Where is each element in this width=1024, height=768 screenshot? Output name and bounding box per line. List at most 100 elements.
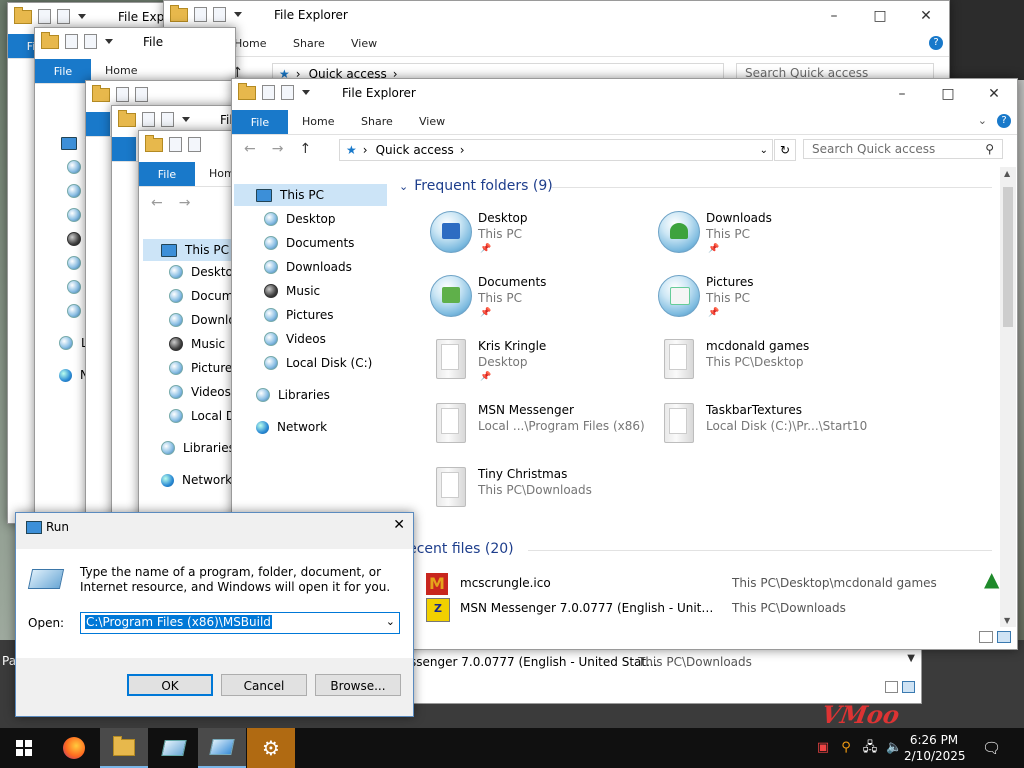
nav-network[interactable]: Network (182, 473, 232, 487)
frequent-folders-header[interactable]: ⌄ Frequent folders (9) (399, 178, 553, 194)
ok-button[interactable]: OK (127, 674, 213, 696)
taskbar-clock[interactable]: 6:26 PM 2/10/2025 (904, 732, 966, 764)
new-folder-icon[interactable] (188, 137, 201, 152)
tab-file[interactable] (86, 112, 110, 136)
chevron-down-icon[interactable] (302, 90, 310, 95)
nav-libraries[interactable]: Libraries (183, 441, 235, 455)
properties-icon[interactable] (142, 112, 155, 127)
tab-file[interactable]: File (232, 110, 288, 134)
tab-home[interactable]: Home (105, 64, 137, 77)
new-folder-icon[interactable] (161, 112, 174, 127)
frequent-folder-tile[interactable]: Pictures This PC 📌 (658, 275, 878, 331)
recent-files-header[interactable]: Recent files (20) (399, 541, 514, 557)
nav-desktop[interactable]: Desktop (286, 212, 336, 226)
nav-documents[interactable]: Docum (191, 289, 233, 303)
search-icon[interactable]: ⚲ (985, 142, 994, 156)
details-view-icon[interactable] (885, 681, 898, 693)
forward-arrow-icon[interactable]: → (272, 141, 284, 157)
back-arrow-icon[interactable]: ← (244, 141, 256, 157)
nav-downloads[interactable]: Downloads (286, 260, 352, 274)
help-icon[interactable]: ? (997, 114, 1011, 128)
explorer-window-back-bottom[interactable]: ssenger 7.0.0777 (English - United Stat.… (405, 645, 922, 704)
forward-arrow-icon[interactable]: → (179, 195, 191, 211)
properties-icon[interactable] (116, 87, 129, 102)
run-dialog[interactable]: Run ✕ Type the name of a program, folder… (15, 512, 414, 717)
nav-music[interactable]: Music (191, 337, 225, 351)
properties-icon[interactable] (65, 34, 78, 49)
scroll-down-icon[interactable]: ▼ (907, 653, 915, 664)
back-arrow-icon[interactable]: ← (151, 195, 163, 211)
nav-pictures[interactable]: Pictures (286, 308, 334, 322)
new-folder-icon[interactable] (281, 85, 294, 100)
chevron-down-icon[interactable] (105, 39, 113, 44)
nav-this-pc[interactable]: This PC (185, 243, 229, 257)
frequent-folder-tile[interactable]: Downloads This PC 📌 (658, 211, 878, 267)
chevron-down-icon[interactable] (182, 117, 190, 122)
recent-file-row[interactable]: M mcscrungle.ico This PC\Desktop\mcdonal… (422, 573, 1007, 597)
tab-view[interactable]: View (419, 115, 445, 128)
new-folder-icon[interactable] (57, 9, 70, 24)
chevron-down-icon[interactable] (234, 12, 242, 17)
properties-icon[interactable] (169, 137, 182, 152)
taskbar-firefox[interactable] (50, 728, 98, 768)
details-view-icon[interactable] (979, 631, 993, 643)
start-button[interactable] (0, 728, 48, 768)
taskbar-file-explorer[interactable] (100, 728, 148, 768)
search-input[interactable]: Search Quick access ⚲ (803, 139, 1003, 159)
tab-share[interactable]: Share (361, 115, 393, 128)
nav-documents[interactable]: Documents (286, 236, 354, 250)
nav-music[interactable]: Music (286, 284, 320, 298)
nav-libraries[interactable]: Libraries (278, 388, 330, 402)
recent-file-row[interactable]: Z MSN Messenger 7.0.0777 (English - Unit… (422, 598, 1007, 622)
chevron-down-icon[interactable] (78, 14, 86, 19)
close-icon[interactable]: ✕ (971, 79, 1017, 109)
frequent-folder-tile[interactable]: Documents This PC 📌 (430, 275, 650, 331)
tab-home[interactable]: Home (302, 115, 334, 128)
nav-network[interactable]: Network (277, 420, 327, 434)
frequent-folder-tile[interactable]: Tiny Christmas This PC\Downloads (430, 467, 650, 523)
tab-view[interactable]: View (351, 37, 377, 50)
chevron-down-icon[interactable]: ⌄ (760, 145, 768, 156)
close-icon[interactable]: ✕ (393, 517, 405, 533)
nav-videos[interactable]: Videos (286, 332, 326, 346)
speaker-icon[interactable]: 🔈 (886, 740, 902, 756)
taskbar-settings[interactable]: ⚙ (247, 728, 295, 768)
frequent-folder-tile[interactable]: TaskbarTextures Local Disk (C:)\Pr...\St… (658, 403, 878, 459)
new-folder-icon[interactable] (135, 87, 148, 102)
search-icon[interactable]: ⚲ (838, 740, 854, 756)
taskbar-run-dialog[interactable] (198, 728, 246, 768)
maximize-icon[interactable]: □ (925, 79, 971, 109)
security-icon[interactable]: ▣ (815, 740, 831, 756)
close-icon[interactable]: ✕ (903, 1, 949, 31)
cancel-button[interactable]: Cancel (221, 674, 307, 696)
maximize-icon[interactable]: □ (857, 1, 903, 31)
new-folder-icon[interactable] (213, 7, 226, 22)
tiles-view-icon[interactable] (902, 681, 915, 693)
browse-button[interactable]: Browse... (315, 674, 401, 696)
minimize-icon[interactable]: – (879, 79, 925, 109)
properties-icon[interactable] (38, 9, 51, 24)
properties-icon[interactable] (194, 7, 207, 22)
tab-share[interactable]: Share (293, 37, 325, 50)
new-folder-icon[interactable] (84, 34, 97, 49)
frequent-folder-tile[interactable]: Kris Kringle Desktop 📌 (430, 339, 650, 395)
up-arrow-icon[interactable]: ↑ (299, 141, 311, 157)
open-combobox[interactable]: C:\Program Files (x86)\MSBuild ⌄ (80, 612, 400, 634)
tab-home[interactable]: Home (234, 37, 266, 50)
file-name[interactable]: ssenger 7.0.0777 (English - United Stat.… (410, 655, 658, 669)
tab-file[interactable]: File (35, 59, 91, 83)
network-icon[interactable]: 🖧 (862, 740, 878, 756)
vertical-scrollbar[interactable]: ▲ ▼ (1000, 167, 1016, 627)
scroll-down-icon[interactable]: ▼ (1004, 616, 1010, 625)
chevron-down-icon[interactable]: ⌄ (978, 114, 987, 127)
notification-icon[interactable]: 🗨 (982, 740, 1001, 756)
properties-icon[interactable] (262, 85, 275, 100)
help-icon[interactable]: ? (929, 36, 943, 50)
address-location[interactable]: Quick access (376, 143, 454, 157)
frequent-folder-tile[interactable]: mcdonald games This PC\Desktop (658, 339, 878, 395)
minimize-icon[interactable]: – (811, 1, 857, 31)
tiles-view-icon[interactable] (997, 631, 1011, 643)
scrollbar-thumb[interactable] (1003, 187, 1013, 327)
tab-file[interactable] (112, 137, 136, 161)
tab-file[interactable]: File (139, 162, 195, 186)
